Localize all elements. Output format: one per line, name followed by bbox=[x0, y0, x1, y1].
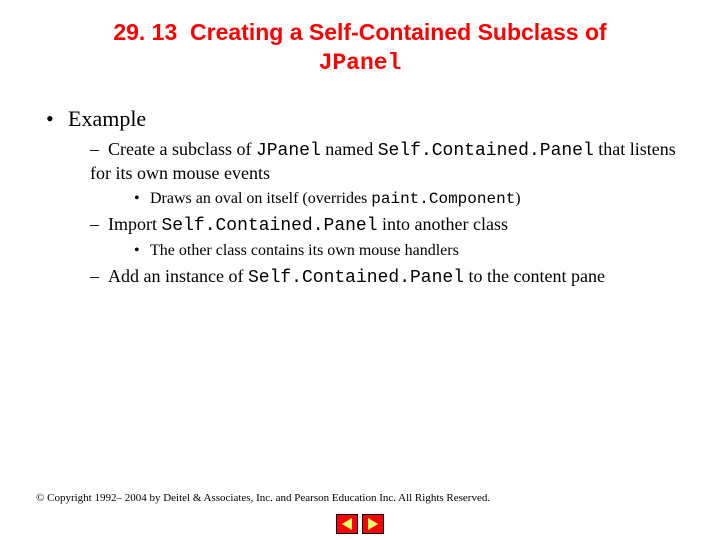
copyright-footer: © Copyright 1992– 2004 by Deitel & Assoc… bbox=[36, 492, 490, 504]
l3-1-a: Draws an oval on itself (overrides bbox=[150, 190, 371, 207]
l2-2-b: into another class bbox=[378, 214, 508, 234]
bullet-level1: •Example bbox=[46, 106, 684, 132]
bullet-dot-icon: • bbox=[134, 189, 150, 209]
l2-2-code: Self.Contained.Panel bbox=[162, 216, 378, 236]
l2-3-code: Self.Contained.Panel bbox=[248, 268, 464, 288]
l3-1-b: ) bbox=[515, 190, 520, 207]
dash-icon: – bbox=[90, 138, 108, 161]
title-code: JPanel bbox=[319, 50, 402, 76]
triangle-right-icon bbox=[368, 518, 378, 530]
slide-title: 29. 13 Creating a Self-Contained Subclas… bbox=[36, 18, 684, 78]
l2-1-code2: Self.Contained.Panel bbox=[378, 141, 594, 161]
dash-icon: – bbox=[90, 213, 108, 236]
nav-controls bbox=[336, 514, 384, 534]
bullet-level3: •Draws an oval on itself (overrides pain… bbox=[134, 189, 684, 209]
bullet-level2: –Import Self.Contained.Panel into anothe… bbox=[90, 213, 684, 238]
bullet-level2: –Create a subclass of JPanel named Self.… bbox=[90, 138, 684, 185]
l2-2-a: Import bbox=[108, 214, 162, 234]
bullet-dot-icon: • bbox=[134, 241, 150, 261]
slide: 29. 13 Creating a Self-Contained Subclas… bbox=[0, 0, 720, 290]
triangle-left-icon bbox=[342, 518, 352, 530]
title-number: 29. 13 bbox=[113, 19, 177, 45]
title-text: Creating a Self-Contained Subclass of bbox=[190, 19, 607, 45]
l2-3-b: to the content pane bbox=[464, 266, 605, 286]
dash-icon: – bbox=[90, 265, 108, 288]
l1-text: Example bbox=[68, 106, 146, 131]
l3-1-code: paint.Component bbox=[371, 190, 515, 208]
bullet-level3: •The other class contains its own mouse … bbox=[134, 241, 684, 261]
bullet-level2: –Add an instance of Self.Contained.Panel… bbox=[90, 265, 684, 290]
l2-1-a: Create a subclass of bbox=[108, 139, 256, 159]
l2-3-a: Add an instance of bbox=[108, 266, 248, 286]
next-button[interactable] bbox=[362, 514, 384, 534]
l2-1-b: named bbox=[321, 139, 378, 159]
l3-2: The other class contains its own mouse h… bbox=[150, 242, 459, 259]
l2-1-code1: JPanel bbox=[256, 141, 321, 161]
bullet-dot-icon: • bbox=[46, 106, 68, 132]
prev-button[interactable] bbox=[336, 514, 358, 534]
